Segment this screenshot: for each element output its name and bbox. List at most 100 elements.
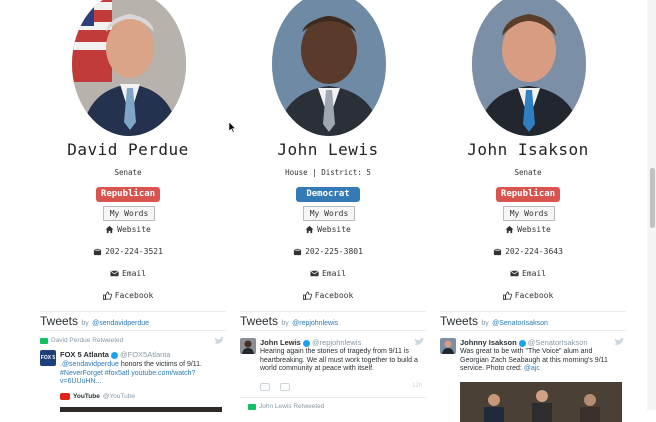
legislator-office: Senate: [514, 168, 542, 177]
legislator-office: Senate: [114, 168, 142, 177]
divider: [40, 330, 226, 331]
retweet-context: David Perdue Retweeted: [40, 337, 123, 344]
youtube-icon: [60, 393, 70, 400]
avatar[interactable]: [440, 338, 456, 354]
tweet-time[interactable]: 12h: [412, 383, 422, 389]
home-icon: [105, 225, 114, 234]
party-badge: Republican: [496, 187, 560, 202]
tweet-body: honors the victims of 9/11.: [118, 361, 203, 368]
hashtag-links[interactable]: #NeverForget #fox5atl youtube.com/watch?…: [60, 370, 195, 386]
timeline-by: by: [81, 320, 89, 327]
phone-icon: [493, 248, 502, 256]
home-icon: [505, 225, 514, 234]
tweet-author[interactable]: John Lewis @repjohnlewis: [260, 338, 361, 347]
retweet-label: John Lewis Retweeted: [259, 403, 325, 410]
home-icon: [305, 225, 314, 234]
email-link[interactable]: Email: [28, 269, 228, 278]
website-link[interactable]: Website: [228, 225, 428, 234]
phone-icon: [293, 248, 302, 256]
twitter-bird-icon[interactable]: [414, 338, 424, 346]
twitter-timeline[interactable]: Tweets by @repjohnlewis John Lewis @repj…: [240, 311, 426, 422]
twitter-timeline[interactable]: Tweets by @sendavidperdue David Perdue R…: [40, 311, 226, 422]
phone-link[interactable]: 202-224-3643: [428, 247, 628, 256]
author-handle: @repjohnlewis: [311, 338, 362, 347]
phone-number: 202-225-3801: [305, 247, 363, 256]
portrait-photo: [72, 0, 186, 136]
portrait-photo: [272, 0, 386, 136]
divider: [440, 330, 626, 331]
like-icon[interactable]: [260, 383, 270, 391]
portrait-photo: [472, 0, 586, 136]
website-label: Website: [317, 225, 351, 234]
tweet-text: Hearing again the stories of tragedy fro…: [260, 348, 418, 372]
divider: [240, 330, 426, 331]
timeline-title: Tweets: [40, 314, 79, 328]
avatar[interactable]: FOX 5: [40, 350, 56, 366]
legislator-name: John Isakson: [467, 140, 589, 159]
page-scrollbar[interactable]: [647, 0, 656, 410]
phone-link[interactable]: 202-224-3521: [28, 247, 228, 256]
thumbs-up-icon: [102, 291, 112, 300]
envelope-icon: [110, 270, 119, 277]
twitter-bird-icon[interactable]: [214, 337, 224, 345]
phone-number: 202-224-3521: [105, 247, 163, 256]
email-link[interactable]: Email: [228, 269, 428, 278]
scrollbar-thumb[interactable]: [650, 168, 655, 228]
divider: [240, 397, 426, 398]
timeline-handle-link[interactable]: @repjohnlewis: [292, 320, 338, 327]
author-name: John Lewis: [260, 338, 301, 347]
tweet-photo[interactable]: [460, 382, 622, 422]
twitter-timeline[interactable]: Tweets by @SenatorIsakson Johnny Isakson…: [440, 311, 626, 422]
envelope-icon: [510, 270, 519, 277]
author-handle: @FOX5Atlanta: [120, 350, 171, 359]
legislator-office: House | District: 5: [285, 168, 371, 177]
website-link[interactable]: Website: [428, 225, 628, 234]
avatar[interactable]: [240, 338, 256, 354]
verified-icon: [110, 351, 118, 359]
email-label: Email: [521, 269, 547, 278]
website-label: Website: [517, 225, 551, 234]
tweet-author[interactable]: FOX 5 Atlanta @FOX5Atlanta: [60, 350, 171, 359]
timeline-handle-link[interactable]: @SenatorIsakson: [492, 320, 548, 327]
timeline-by: by: [281, 320, 289, 327]
my-words-button[interactable]: My Words: [303, 206, 355, 221]
share-icon[interactable]: [280, 383, 290, 391]
author-name: Johnny Isakson: [460, 338, 517, 347]
facebook-label: Facebook: [314, 291, 354, 300]
timeline-header: Tweets by @repjohnlewis: [240, 314, 338, 328]
tweet-text: .@sendavidperdue honors the victims of 9…: [60, 361, 222, 387]
facebook-link[interactable]: Facebook: [428, 291, 628, 300]
facebook-label: Facebook: [114, 291, 154, 300]
retweet-icon: [248, 403, 256, 410]
verified-icon: [302, 339, 310, 347]
email-link[interactable]: Email: [428, 269, 628, 278]
email-label: Email: [321, 269, 347, 278]
timeline-handle-link[interactable]: @sendavidperdue: [92, 320, 149, 327]
phone-link[interactable]: 202-225-3801: [228, 247, 428, 256]
tweet-author[interactable]: Johnny Isakson @SenatorIsakson: [460, 338, 588, 347]
thumbs-up-icon: [502, 291, 512, 300]
media-card-source[interactable]: YouTube @YouTube: [60, 393, 135, 400]
facebook-label: Facebook: [514, 291, 554, 300]
website-link[interactable]: Website: [28, 225, 228, 234]
mention-link[interactable]: @ajc: [524, 365, 540, 372]
phone-number: 202-224-3643: [505, 247, 563, 256]
media-handle: @YouTube: [102, 393, 135, 400]
party-badge: Republican: [96, 187, 160, 202]
legislator-name: John Lewis: [277, 140, 379, 159]
envelope-icon: [310, 270, 319, 277]
author-name: FOX 5 Atlanta: [60, 350, 109, 359]
facebook-link[interactable]: Facebook: [28, 291, 228, 300]
my-words-button[interactable]: My Words: [503, 206, 555, 221]
timeline-title: Tweets: [240, 314, 279, 328]
thumbs-up-icon: [302, 291, 312, 300]
facebook-link[interactable]: Facebook: [228, 291, 428, 300]
timeline-by: by: [481, 320, 489, 327]
twitter-bird-icon[interactable]: [614, 338, 624, 346]
retweet-icon: [40, 337, 48, 344]
legislator-name: David Perdue: [67, 140, 189, 159]
my-words-button[interactable]: My Words: [103, 206, 155, 221]
mention-link[interactable]: .@sendavidperdue: [60, 361, 119, 368]
tweet-actions: [260, 383, 420, 391]
timeline-header: Tweets by @SenatorIsakson: [440, 314, 548, 328]
